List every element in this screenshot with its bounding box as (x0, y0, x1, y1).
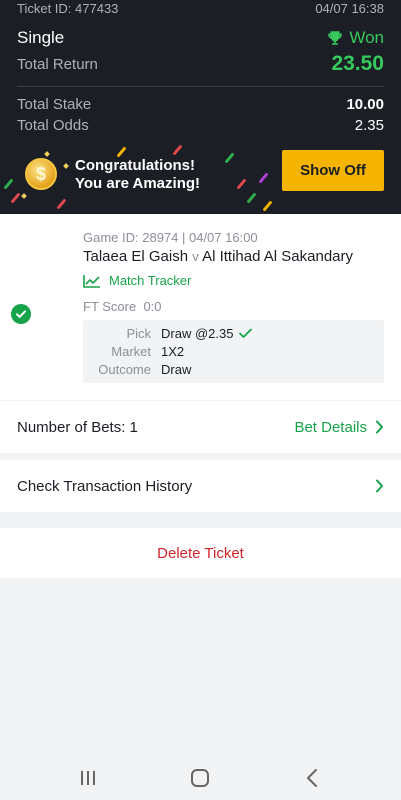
check-icon (16, 310, 26, 318)
show-off-button[interactable]: Show Off (282, 150, 384, 191)
congrats-line-2: You are Amazing! (75, 175, 201, 192)
bet-details-link[interactable]: Bet Details (294, 419, 384, 436)
status-badge: Won (326, 28, 384, 48)
header-divider (17, 86, 384, 87)
confetti (246, 192, 257, 204)
home-icon[interactable] (188, 766, 212, 790)
back-icon[interactable] (300, 766, 324, 790)
confetti (56, 198, 67, 210)
total-stake-label: Total Stake (17, 96, 92, 113)
confetti (236, 178, 247, 190)
market-value: 1X2 (161, 344, 185, 359)
ticket-header: Ticket ID: 477433 04/07 16:38 Single Won… (0, 0, 401, 214)
recent-apps-icon[interactable] (76, 766, 100, 790)
check-circle-icon (11, 304, 31, 324)
outcome-row: Outcome Draw (83, 362, 384, 379)
total-odds-label: Total Odds (17, 117, 89, 134)
sparkle (21, 193, 27, 199)
confetti (258, 172, 269, 184)
congrats-banner: $ Congratulations! You are Amazing! Show… (0, 142, 401, 214)
pick-value: Draw @2.35 (161, 326, 234, 341)
total-stake-row: Total Stake 10.00 (17, 96, 384, 113)
ft-score: FT Score 0:0 (83, 299, 162, 314)
total-stake-value: 10.00 (346, 96, 384, 113)
delete-ticket-button[interactable]: Delete Ticket (0, 528, 401, 578)
home-team: Talaea El Gaish (83, 248, 189, 265)
pick-label: Pick (126, 326, 151, 341)
ticket-meta: Ticket ID: 477433 04/07 16:38 (17, 1, 384, 17)
bet-details-label: Bet Details (294, 418, 367, 436)
number-of-bets: Number of Bets: 1 (17, 418, 138, 436)
match-tracker-label: Match Tracker (109, 273, 192, 288)
confetti (3, 178, 14, 190)
game-id: Game ID: 28974 | 04/07 16:00 (83, 230, 258, 245)
ft-score-value: 0:0 (143, 299, 162, 314)
ticket-id: Ticket ID: 477433 (17, 1, 119, 16)
coin-icon: $ (25, 158, 57, 190)
total-return-label: Total Return (17, 55, 98, 73)
confetti (172, 144, 183, 156)
chart-line-icon (83, 274, 100, 288)
bet-type: Single (17, 28, 65, 47)
outcome-label: Outcome (98, 362, 151, 377)
transaction-history-label: Check Transaction History (17, 477, 193, 495)
market-row: Market 1X2 (83, 344, 384, 361)
total-odds-value: 2.35 (354, 117, 384, 134)
confetti (10, 192, 21, 204)
status-text: Won (349, 28, 384, 47)
trophy-icon (328, 31, 343, 45)
bets-summary-row: Number of Bets: 1 Bet Details (0, 401, 401, 453)
pick-row: Pick Draw @2.35 (83, 326, 384, 343)
chevron-right-icon (376, 420, 383, 434)
bet-card: Game ID: 28974 | 04/07 16:00 Talaea El G… (0, 214, 401, 400)
system-nav-bar (0, 756, 401, 800)
outcome-value: Draw (161, 362, 192, 377)
chevron-right-icon (376, 479, 383, 493)
confetti (262, 200, 273, 212)
pick-details: Pick Draw @2.35 Market 1X2 Outcome Draw (83, 320, 384, 383)
match-teams: Talaea El Gaish v Al Ittihad Al Sakandar… (83, 248, 353, 265)
confetti (116, 146, 127, 158)
congrats-text: Congratulations! You are Amazing! (75, 157, 200, 193)
total-return-value: 23.50 (331, 52, 384, 75)
pick-value-wrap: Draw @2.35 (161, 326, 253, 341)
check-icon (239, 328, 253, 338)
total-odds-row: Total Odds 2.35 (17, 117, 384, 134)
market-label: Market (111, 344, 151, 359)
ft-score-label: FT Score (83, 299, 137, 314)
congrats-line-1: Congratulations! (75, 157, 195, 174)
sparkle (44, 151, 50, 157)
confetti (224, 152, 235, 164)
sparkle (63, 163, 69, 169)
away-team: Al Ittihad Al Sakandary (202, 248, 354, 265)
transaction-history-row[interactable]: Check Transaction History (0, 460, 401, 512)
vs-label: v (192, 249, 199, 264)
match-tracker-link[interactable]: Match Tracker (83, 273, 191, 288)
bet-type-row: Single Won (17, 28, 384, 48)
ticket-datetime: 04/07 16:38 (315, 1, 384, 16)
total-return-row: Total Return 23.50 (17, 52, 384, 76)
